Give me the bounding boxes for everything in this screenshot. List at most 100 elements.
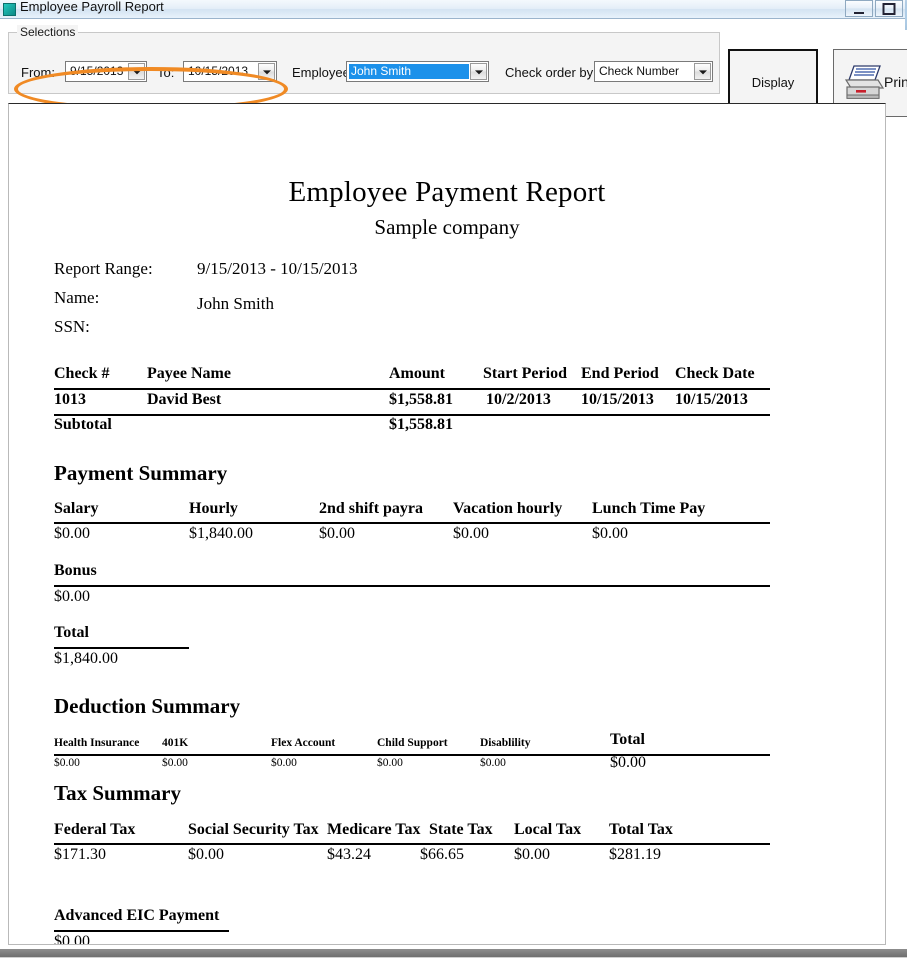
maximize-icon bbox=[883, 3, 896, 15]
tax-header-total-tax: Total Tax bbox=[609, 821, 673, 839]
checks-subtotal-value: $1,558.81 bbox=[389, 416, 453, 434]
bonus-value: $0.00 bbox=[54, 588, 90, 606]
app-icon bbox=[3, 3, 16, 16]
tax-header-rule bbox=[54, 843, 770, 845]
tax-value-local-tax: $0.00 bbox=[514, 846, 550, 864]
payment-summary-heading: Payment Summary bbox=[54, 461, 227, 486]
deduction-header-disability: Disablility bbox=[480, 737, 530, 749]
payment-header-rule bbox=[54, 522, 770, 524]
deduction-value-child-support: $0.00 bbox=[377, 757, 403, 769]
payment-value-2nd-shift-payrate: $0.00 bbox=[319, 525, 355, 543]
window-controls bbox=[845, 0, 903, 17]
maximize-button[interactable] bbox=[875, 0, 903, 17]
name-label: Name: bbox=[54, 288, 99, 308]
checks-subtotal-label: Subtotal bbox=[54, 416, 112, 434]
window-title: Employee Payroll Report bbox=[20, 0, 164, 14]
tax-header-medicare-tax: Medicare Tax bbox=[327, 821, 420, 839]
display-button-label: Display bbox=[730, 75, 816, 90]
tax-header-state-tax: State Tax bbox=[429, 821, 493, 839]
deduction-value-health-insurance: $0.00 bbox=[54, 757, 80, 769]
payment-total-label: Total bbox=[54, 624, 89, 642]
tax-summary-heading: Tax Summary bbox=[54, 781, 181, 806]
checks-row-check-date: 10/15/2013 bbox=[675, 391, 748, 409]
tax-header-social-security-tax: Social Security Tax bbox=[188, 821, 319, 839]
checks-header-check-date: Check Date bbox=[675, 365, 755, 383]
from-date-combo[interactable]: 9/15/2013 bbox=[65, 61, 147, 82]
tax-value-medicare-tax: $43.24 bbox=[327, 846, 371, 864]
employee-value: John Smith bbox=[349, 64, 469, 79]
report-range-value: 9/15/2013 - 10/15/2013 bbox=[197, 259, 358, 279]
payment-header-2nd-shift-payrate: 2nd shift payra bbox=[319, 500, 423, 518]
deduction-value-401k: $0.00 bbox=[162, 757, 188, 769]
deduction-summary-heading: Deduction Summary bbox=[54, 694, 240, 719]
minimize-icon bbox=[854, 12, 864, 14]
selections-groupbox: Selections From: 9/15/2013 To: 10/15/201… bbox=[8, 32, 720, 94]
payment-header-salary: Salary bbox=[54, 500, 98, 518]
to-label: To: bbox=[157, 65, 174, 80]
check-order-value: Check Number bbox=[599, 64, 692, 78]
from-date-value: 9/15/2013 bbox=[70, 64, 126, 78]
payment-header-vacation-hourly: Vacation hourly bbox=[453, 500, 562, 518]
payment-value-hourly: $1,840.00 bbox=[189, 525, 253, 543]
employee-combo[interactable]: John Smith bbox=[346, 61, 489, 82]
checks-header-rule bbox=[54, 388, 770, 390]
eic-value: $0.00 bbox=[54, 933, 90, 945]
report-range-label: Report Range: bbox=[54, 259, 153, 279]
bonus-rule bbox=[54, 585, 770, 587]
minimize-button[interactable] bbox=[845, 0, 873, 17]
payment-value-salary: $0.00 bbox=[54, 525, 90, 543]
check-order-label: Check order by: bbox=[505, 65, 597, 80]
checks-header-start-period: Start Period bbox=[483, 365, 567, 383]
bonus-label: Bonus bbox=[54, 562, 97, 580]
employee-chevron-down-icon[interactable] bbox=[470, 63, 487, 80]
deduction-header-401k: 401K bbox=[162, 737, 188, 749]
ssn-label: SSN: bbox=[54, 317, 90, 337]
tax-value-social-security-tax: $0.00 bbox=[188, 846, 224, 864]
name-value: John Smith bbox=[197, 294, 274, 314]
payment-value-vacation-hourly: $0.00 bbox=[453, 525, 489, 543]
payment-value-lunch-time-pay: $0.00 bbox=[592, 525, 628, 543]
checks-row-check-number: 1013 bbox=[54, 391, 86, 409]
checks-header-check-number: Check # bbox=[54, 365, 110, 383]
checks-row-amount: $1,558.81 bbox=[389, 391, 453, 409]
deduction-header-health-insurance: Health Insurance bbox=[54, 737, 139, 749]
payment-total-value: $1,840.00 bbox=[54, 650, 118, 668]
to-date-chevron-down-icon[interactable] bbox=[258, 63, 275, 80]
payment-total-rule bbox=[54, 647, 189, 649]
checks-header-end-period: End Period bbox=[581, 365, 659, 383]
desktop-below-strip bbox=[0, 957, 907, 970]
deduction-value-flex-account: $0.00 bbox=[271, 757, 297, 769]
employee-label: Employee: bbox=[292, 65, 353, 80]
employee-payroll-report-window: Employee Payroll Report Selections From:… bbox=[0, 0, 905, 949]
tax-header-local-tax: Local Tax bbox=[514, 821, 581, 839]
checks-row-payee-name: David Best bbox=[147, 391, 221, 409]
to-date-combo[interactable]: 10/15/2013 bbox=[183, 61, 277, 82]
to-date-value: 10/15/2013 bbox=[188, 64, 256, 78]
deduction-header-rule bbox=[54, 754, 770, 756]
window-bottom-bar bbox=[0, 949, 907, 957]
from-label: From: bbox=[21, 65, 55, 80]
tax-header-federal-tax: Federal Tax bbox=[54, 821, 135, 839]
check-order-combo[interactable]: Check Number bbox=[594, 61, 713, 82]
checks-row-end-period: 10/15/2013 bbox=[581, 391, 654, 409]
deduction-header-total: Total bbox=[610, 731, 645, 749]
eic-rule bbox=[54, 930, 229, 932]
from-date-chevron-down-icon[interactable] bbox=[128, 63, 145, 80]
report-title: Employee Payment Report bbox=[9, 176, 885, 209]
checks-header-amount: Amount bbox=[389, 365, 445, 383]
report-company: Sample company bbox=[9, 215, 885, 240]
tax-value-total-tax: $281.19 bbox=[609, 846, 661, 864]
checks-row-start-period: 10/2/2013 bbox=[486, 391, 551, 409]
deduction-header-flex-account: Flex Account bbox=[271, 737, 335, 749]
report-preview: Employee Payment Report Sample company R… bbox=[8, 103, 886, 945]
deduction-header-child-support: Child Support bbox=[377, 737, 448, 749]
tax-value-state-tax: $66.65 bbox=[420, 846, 464, 864]
payment-header-hourly: Hourly bbox=[189, 500, 238, 518]
check-order-chevron-down-icon[interactable] bbox=[694, 63, 711, 80]
eic-label: Advanced EIC Payment bbox=[54, 907, 219, 925]
printer-icon bbox=[842, 64, 886, 102]
deduction-value-total: $0.00 bbox=[610, 754, 646, 772]
window-content: Selections From: 9/15/2013 To: 10/15/201… bbox=[0, 19, 905, 949]
deduction-value-disability: $0.00 bbox=[480, 757, 506, 769]
window-titlebar: Employee Payroll Report bbox=[0, 0, 905, 19]
